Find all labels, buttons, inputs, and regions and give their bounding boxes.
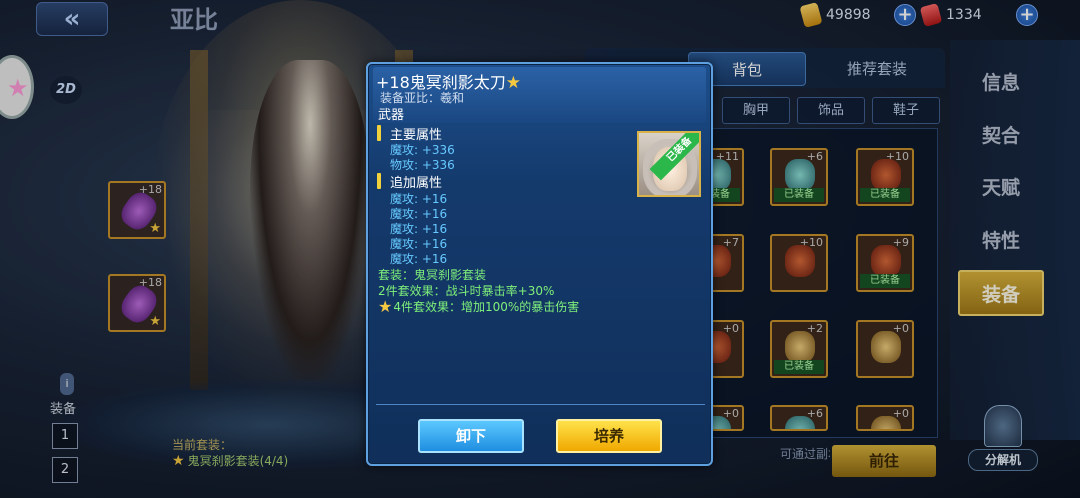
unequip-button[interactable]: 卸下 [418,419,524,453]
item-type: 武器 [378,108,405,123]
extra-attributes-title: 追加属性 [390,176,443,191]
star-icon: ★ [505,73,522,93]
star-icon: ★ [378,297,393,316]
equipped-pet-portrait: 已装备 [637,131,701,197]
set-name: 套装：鬼冥刹影套装 [378,268,487,282]
extra-stat: 魔攻: +16 [390,252,448,266]
section-marker [377,173,381,189]
dialog-divider [376,404,705,405]
set-effect-4-text: 4件套效果：增加100%的暴击伤害 [393,300,580,314]
main-stat: 物攻: +336 [390,158,455,172]
nurture-button[interactable]: 培养 [556,419,662,453]
section-marker [377,125,381,141]
set-effect-4: ★ 4件套效果：增加100%的暴击伤害 [378,297,579,316]
